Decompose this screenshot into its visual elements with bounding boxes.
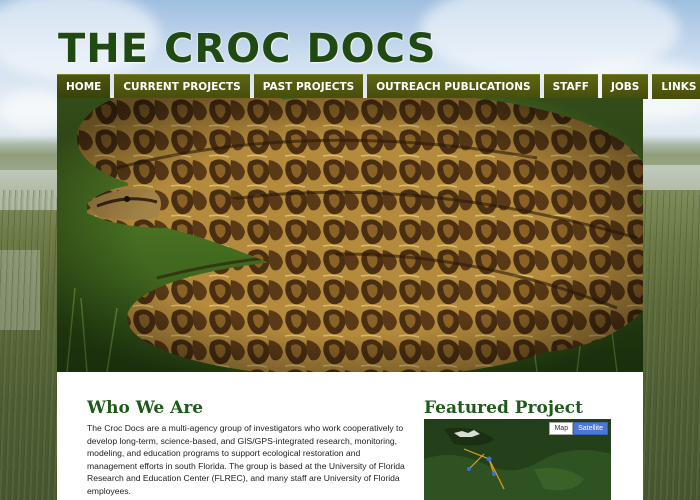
main-nav: HOME CURRENT PROJECTS PAST PROJECTS OUTR… xyxy=(57,74,700,99)
site-title[interactable]: THE CROC DOCS xyxy=(58,26,437,72)
nav-jobs[interactable]: JOBS xyxy=(601,74,649,99)
nav-current-projects[interactable]: CURRENT PROJECTS xyxy=(114,74,250,99)
featured-project-map[interactable]: Map Satellite xyxy=(424,419,611,500)
nav-outreach-publications[interactable]: OUTREACH PUBLICATIONS xyxy=(367,74,540,99)
who-we-are-text: The Croc Docs are a multi-agency group o… xyxy=(87,423,405,496)
map-type-satellite-button[interactable]: Satellite xyxy=(573,422,608,435)
map-type-map-button[interactable]: Map xyxy=(549,422,574,435)
who-we-are-heading: Who We Are xyxy=(87,398,204,418)
hero-image xyxy=(57,98,643,372)
content-panel: Who We Are The Croc Docs are a multi-age… xyxy=(57,372,643,500)
nav-staff[interactable]: STAFF xyxy=(543,74,598,99)
python-photo xyxy=(57,98,643,372)
featured-project-heading: Featured Project xyxy=(424,398,584,418)
nav-links[interactable]: LINKS xyxy=(652,74,700,99)
nav-home[interactable]: HOME xyxy=(57,74,111,99)
nav-past-projects[interactable]: PAST PROJECTS xyxy=(253,74,364,99)
map-type-controls: Map Satellite xyxy=(549,422,608,435)
